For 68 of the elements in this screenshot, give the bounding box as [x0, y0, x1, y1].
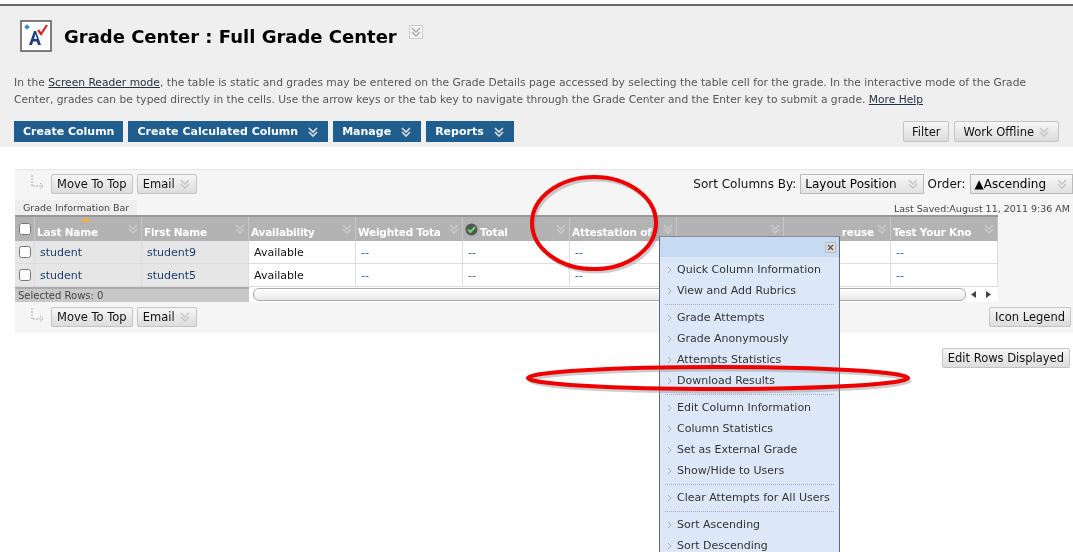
chevron-icon: [667, 541, 672, 550]
table-cell: --: [463, 241, 570, 264]
double-chevron-icon[interactable]: [492, 125, 505, 138]
table-cell[interactable]: student: [35, 241, 142, 264]
table-cell: --: [356, 241, 463, 264]
order-dropdown[interactable]: ▲Ascending: [969, 173, 1073, 194]
table-cell: --: [463, 264, 570, 287]
selected-rows-text: Selected Rows: 0: [15, 287, 249, 302]
grid-action-button[interactable]: Move To Top: [51, 307, 133, 327]
chevron-icon: [667, 313, 672, 322]
table-cell[interactable]: student5: [142, 264, 249, 287]
grid-action-button[interactable]: Move To Top: [51, 173, 133, 194]
menu-item[interactable]: Sort Ascending: [665, 514, 834, 535]
sort-label: Sort Columns By:: [693, 176, 797, 191]
double-chevron-icon[interactable]: [400, 125, 413, 138]
help-link[interactable]: More Help: [868, 93, 924, 106]
help-link[interactable]: Screen Reader mode: [48, 76, 160, 89]
page-title: Grade Center : Full Grade Center: [64, 25, 397, 47]
chevron-icon: [667, 355, 672, 364]
table-cell: Available: [249, 241, 356, 264]
title-menu-icon[interactable]: [408, 25, 423, 39]
menu-item[interactable]: Grade Anonymously: [665, 328, 834, 349]
instructions-text: In the Screen Reader mode, the table is static and grades may be entered on the Grade Details page accessed by selecting the table cell for the grade. In the interactive mode of the Grade Center, grades can be typed directly in the cells. Use the arrow keys or the tab key to navigate through the Grade Center and the Enter key to submit a grade. More Help: [14, 75, 1028, 108]
chevron-icon: [667, 520, 672, 529]
table-cell: --: [356, 264, 463, 287]
chevron-icon: [667, 334, 672, 343]
chevron-icon: [667, 424, 672, 433]
menu-item[interactable]: Sort Descending: [665, 535, 834, 552]
toolbar-button[interactable]: Filter: [903, 121, 950, 142]
table-cell[interactable]: student: [35, 264, 142, 287]
table-cell: Available: [249, 264, 356, 287]
chevron-icon: [667, 376, 672, 385]
grid-action-button[interactable]: Email: [136, 173, 197, 194]
last-saved-text: Last Saved:August 11, 2011 9:36 AM: [894, 203, 1071, 215]
order-label: Order:: [927, 176, 966, 191]
row-checkbox[interactable]: [18, 269, 31, 281]
close-icon[interactable]: [825, 241, 836, 253]
chevron-icon: [667, 403, 672, 412]
menu-item[interactable]: Set as External Grade: [665, 439, 834, 460]
menu-item[interactable]: Clear Attempts for All Users: [665, 487, 834, 508]
chevron-icon: [667, 265, 672, 274]
menu-item[interactable]: Column Statistics: [665, 418, 834, 439]
action-button[interactable]: Reports: [426, 121, 514, 142]
menu-item[interactable]: Grade Attempts: [665, 307, 834, 328]
menu-item[interactable]: Attempts Statistics: [665, 349, 834, 370]
row-checkbox[interactable]: [18, 246, 31, 258]
menu-item[interactable]: Show/Hide to Users: [665, 460, 834, 481]
info-bar-tab[interactable]: Grade Information Bar: [15, 200, 138, 215]
scroll-arrows-icon[interactable]: [968, 289, 994, 300]
icon-legend-button[interactable]: Icon Legend: [989, 307, 1071, 327]
toolbar-button[interactable]: Work Offline: [954, 121, 1059, 142]
menu-item[interactable]: Edit Column Information: [665, 397, 834, 418]
chevron-icon: [667, 286, 672, 295]
table-cell[interactable]: student9: [142, 241, 249, 264]
sort-dropdown[interactable]: Layout Position: [800, 173, 924, 194]
double-chevron-icon[interactable]: [307, 125, 320, 138]
chevron-icon: [667, 466, 672, 475]
action-button[interactable]: Create Calculated Column: [128, 121, 329, 142]
select-all-checkbox[interactable]: [18, 223, 31, 235]
chevron-icon: [667, 445, 672, 454]
edit-rows-button[interactable]: Edit Rows Displayed: [941, 348, 1070, 368]
chevron-icon: [667, 493, 672, 502]
table-cell: --: [891, 264, 998, 287]
action-button[interactable]: Manage: [333, 121, 422, 142]
grid-action-button[interactable]: Email: [136, 307, 197, 327]
action-button[interactable]: Create Column: [14, 121, 124, 142]
table-cell: --: [891, 241, 998, 264]
grade-document-icon: [20, 20, 52, 52]
